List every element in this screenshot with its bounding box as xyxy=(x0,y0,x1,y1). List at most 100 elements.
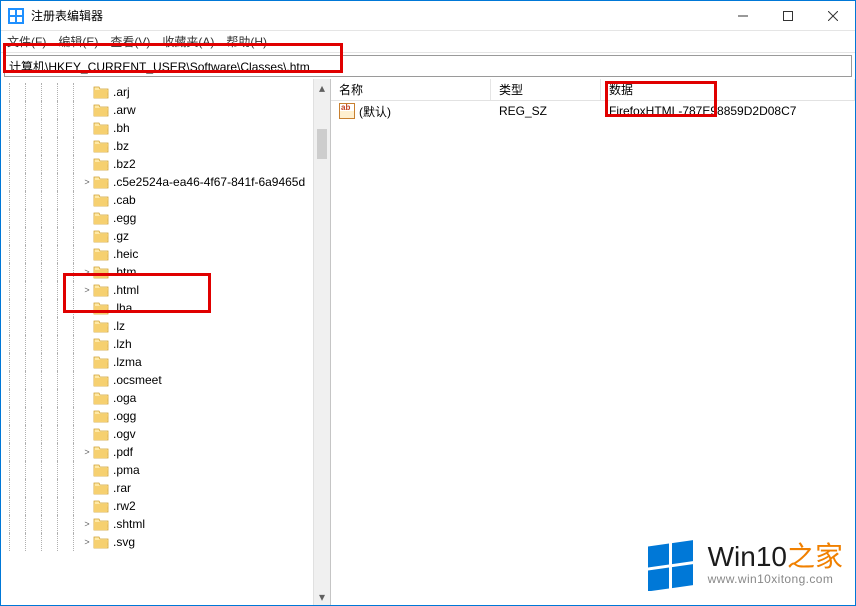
expand-caret-icon[interactable]: > xyxy=(81,447,93,457)
tree-item[interactable]: .lz xyxy=(1,317,330,335)
tree-item[interactable]: .arw xyxy=(1,101,330,119)
close-button[interactable] xyxy=(810,1,855,31)
tree-item[interactable]: .lzma xyxy=(1,353,330,371)
tree-pane[interactable]: .arj .arw .bh .bz .bz2 >.c5e2524a-ea46-4f67-8… xyxy=(1,79,331,605)
expand-caret-icon[interactable]: > xyxy=(81,285,93,295)
tree-item[interactable]: .lzh xyxy=(1,335,330,353)
menubar: 文件(F) 编辑(E) 查看(V) 收藏夹(A) 帮助(H) xyxy=(1,31,855,53)
folder-icon xyxy=(93,283,109,297)
tree-item[interactable]: > .pdf xyxy=(1,443,330,461)
tree-item[interactable]: .ogg xyxy=(1,407,330,425)
tree-scrollbar[interactable]: ▴ ▾ xyxy=(313,79,330,605)
tree-item-label: .lzma xyxy=(113,355,142,369)
tree-item-label: .arj xyxy=(113,85,130,99)
list-pane: 名称 类型 数据 (默认) REG_SZ FirefoxHTML-787E988… xyxy=(331,79,855,605)
tree-item[interactable]: .lha xyxy=(1,299,330,317)
tree-item[interactable]: .cab xyxy=(1,191,330,209)
value-name: (默认) xyxy=(359,103,391,120)
tree-item[interactable]: .rar xyxy=(1,479,330,497)
tree-item-label: .bz2 xyxy=(113,157,136,171)
tree-item[interactable]: .bh xyxy=(1,119,330,137)
app-icon xyxy=(8,8,24,24)
folder-icon xyxy=(93,85,109,99)
folder-icon xyxy=(93,391,109,405)
tree-item[interactable]: .ocsmeet xyxy=(1,371,330,389)
tree-item-label: .lz xyxy=(113,319,125,333)
folder-icon xyxy=(93,355,109,369)
column-header-data[interactable]: 数据 xyxy=(601,79,855,100)
window-title: 注册表编辑器 xyxy=(31,7,103,24)
minimize-button[interactable] xyxy=(720,1,765,31)
tree-item-label: .gz xyxy=(113,229,129,243)
folder-icon xyxy=(93,427,109,441)
menu-edit[interactable]: 编辑(E) xyxy=(58,33,98,50)
menu-file[interactable]: 文件(F) xyxy=(7,33,46,50)
value-data-cell: FirefoxHTML-787E98859D2D08C7 xyxy=(601,104,855,118)
tree-item[interactable]: .heic xyxy=(1,245,330,263)
folder-icon xyxy=(93,481,109,495)
scroll-down-icon[interactable]: ▾ xyxy=(314,588,330,605)
tree-item[interactable]: >.c5e2524a-ea46-4f67-841f-6a9465d xyxy=(1,173,330,191)
tree-item[interactable]: .egg xyxy=(1,209,330,227)
folder-icon xyxy=(93,139,109,153)
scroll-up-icon[interactable]: ▴ xyxy=(314,79,330,96)
list-row[interactable]: (默认) REG_SZ FirefoxHTML-787E98859D2D08C7 xyxy=(331,101,855,121)
tree-item[interactable]: > .htm xyxy=(1,263,330,281)
tree-item[interactable]: .oga xyxy=(1,389,330,407)
tree-item-label: .ogg xyxy=(113,409,136,423)
menu-favorites[interactable]: 收藏夹(A) xyxy=(162,33,214,50)
folder-icon xyxy=(93,373,109,387)
tree-item-label: .lha xyxy=(113,301,132,315)
expand-caret-icon[interactable]: > xyxy=(81,177,93,187)
tree-item-label: .svg xyxy=(113,535,135,549)
tree-item[interactable]: > .html xyxy=(1,281,330,299)
folder-icon xyxy=(93,337,109,351)
tree-item-label: .html xyxy=(113,283,139,297)
tree-item-label: .htm xyxy=(113,265,136,279)
string-value-icon xyxy=(339,103,355,119)
tree-item[interactable]: > .svg xyxy=(1,533,330,551)
folder-icon xyxy=(93,229,109,243)
scroll-thumb[interactable] xyxy=(317,129,327,159)
folder-icon xyxy=(93,175,109,189)
tree-item[interactable]: .gz xyxy=(1,227,330,245)
expand-caret-icon[interactable]: > xyxy=(81,267,93,277)
menu-help[interactable]: 帮助(H) xyxy=(226,33,267,50)
tree-item-label: .cab xyxy=(113,193,136,207)
tree-item[interactable]: .pma xyxy=(1,461,330,479)
folder-icon xyxy=(93,319,109,333)
expand-caret-icon[interactable]: > xyxy=(81,519,93,529)
tree-item-label: .rar xyxy=(113,481,131,495)
tree-item-label: .heic xyxy=(113,247,138,261)
tree-item[interactable]: .rw2 xyxy=(1,497,330,515)
address-path: 计算机\HKEY_CURRENT_USER\Software\Classes\.… xyxy=(9,58,310,75)
tree-item-label: .ogv xyxy=(113,427,136,441)
column-header-type[interactable]: 类型 xyxy=(491,79,601,100)
titlebar: 注册表编辑器 xyxy=(1,1,855,31)
column-header-name[interactable]: 名称 xyxy=(331,79,491,100)
tree-item[interactable]: .bz xyxy=(1,137,330,155)
menu-view[interactable]: 查看(V) xyxy=(110,33,150,50)
tree-item[interactable]: .arj xyxy=(1,83,330,101)
tree-item-label: .oga xyxy=(113,391,136,405)
folder-icon xyxy=(93,301,109,315)
expand-caret-icon[interactable]: > xyxy=(81,537,93,547)
tree-item-label: .arw xyxy=(113,103,136,117)
folder-icon xyxy=(93,211,109,225)
tree-item[interactable]: .ogv xyxy=(1,425,330,443)
tree-item-label: .bz xyxy=(113,139,129,153)
tree-item[interactable]: .bz2 xyxy=(1,155,330,173)
value-type-cell: REG_SZ xyxy=(491,104,601,118)
watermark: Win10之家 www.win10xitong.com xyxy=(644,537,843,591)
folder-icon xyxy=(93,535,109,549)
maximize-button[interactable] xyxy=(765,1,810,31)
folder-icon xyxy=(93,409,109,423)
tree-item-label: .pma xyxy=(113,463,140,477)
address-bar[interactable]: 计算机\HKEY_CURRENT_USER\Software\Classes\.… xyxy=(4,55,852,77)
folder-icon xyxy=(93,193,109,207)
tree-item-label: .pdf xyxy=(113,445,133,459)
folder-icon xyxy=(93,445,109,459)
folder-icon xyxy=(93,499,109,513)
tree-item[interactable]: >.shtml xyxy=(1,515,330,533)
tree-item-label: .egg xyxy=(113,211,136,225)
